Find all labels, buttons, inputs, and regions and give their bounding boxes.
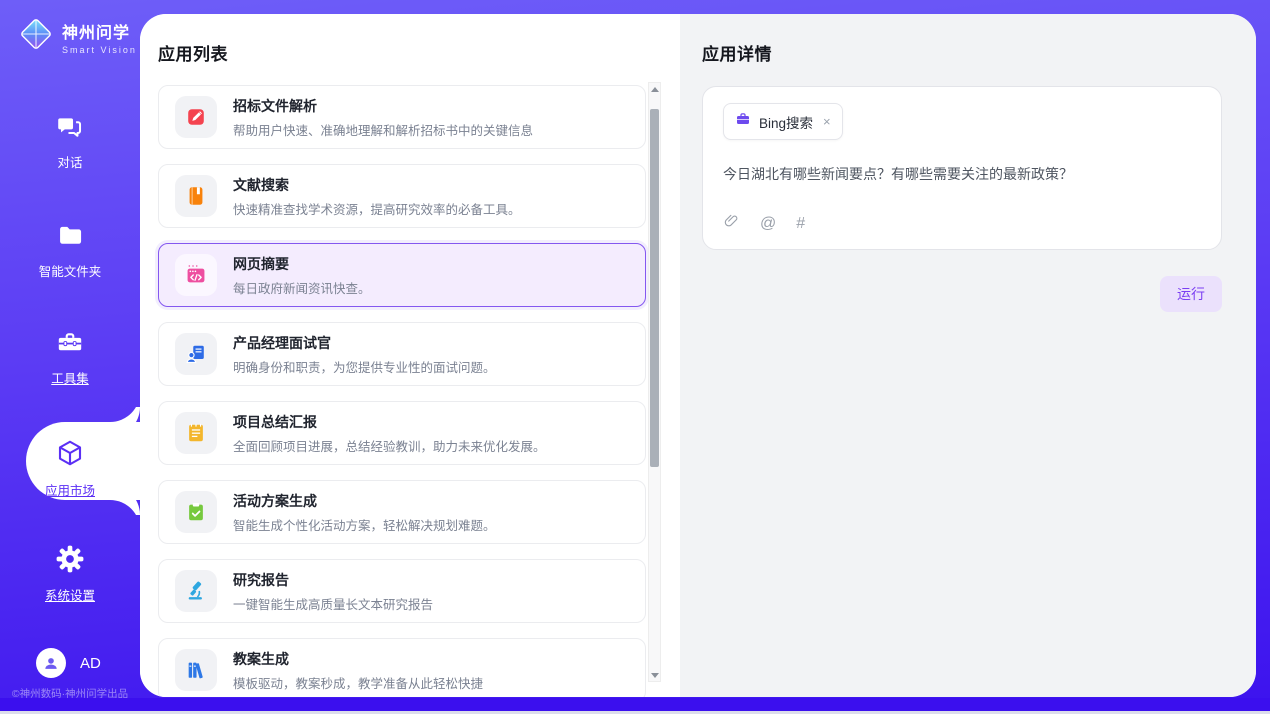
app-description: 一键智能生成高质量长文本研究报告 xyxy=(233,594,433,613)
app-description: 智能生成个性化活动方案，轻松解决规划难题。 xyxy=(233,515,496,534)
logo-subtitle: Smart Vision xyxy=(62,45,137,55)
app-card-list: 招标文件解析 帮助用户快速、准确地理解和解析招标书中的关键信息 xyxy=(158,85,646,697)
gear-icon xyxy=(56,545,84,578)
app-description: 帮助用户快速、准确地理解和解析招标书中的关键信息 xyxy=(233,120,533,139)
logo-title: 神州问学 xyxy=(62,19,137,43)
app-card-bid-analysis[interactable]: 招标文件解析 帮助用户快速、准确地理解和解析招标书中的关键信息 xyxy=(158,85,646,149)
app-name: 教案生成 xyxy=(233,649,483,669)
app-card-pm-interviewer[interactable]: 产品经理面试官 明确身份和职责，为您提供专业性的面试问题。 xyxy=(158,322,646,386)
sidebar-item-smart-folders[interactable]: 智能文件夹 xyxy=(0,221,140,280)
scroll-up-arrow[interactable] xyxy=(649,83,660,95)
notepad-icon xyxy=(175,412,217,454)
app-card-lesson-plan[interactable]: 教案生成 模板驱动，教案秒成，教学准备从此轻松快捷 xyxy=(158,638,646,697)
app-name: 文献搜索 xyxy=(233,175,521,195)
app-detail-title: 应用详情 xyxy=(702,40,1256,65)
app-name: 活动方案生成 xyxy=(233,491,496,511)
logo: 神州问学 Smart Vision xyxy=(18,16,137,57)
app-name: 网页摘要 xyxy=(233,254,371,274)
app-description: 快速精准查找学术资源，提高研究效率的必备工具。 xyxy=(233,199,521,218)
app-description: 全面回顾项目进展，总结经验教训，助力未来优化发展。 xyxy=(233,436,546,455)
sidebar-item-toolset[interactable]: 工具集 xyxy=(0,328,140,387)
app-card-event-plan[interactable]: 活动方案生成 智能生成个性化活动方案，轻松解决规划难题。 xyxy=(158,480,646,544)
run-button[interactable]: 运行 xyxy=(1160,276,1222,312)
sidebar-item-settings[interactable]: 系统设置 xyxy=(0,545,140,604)
prompt-card[interactable]: Bing搜索 × 今日湖北有哪些新闻要点？有哪些需要关注的最新政策？ @ # xyxy=(702,86,1222,250)
sidebar-item-label: 系统设置 xyxy=(45,585,95,604)
clipboard-check-icon xyxy=(175,491,217,533)
microscope-icon xyxy=(175,570,217,612)
app-list-pane: 应用列表 招标文件解析 帮助用户快速、准确地理解和解析招标书中的关键信息 xyxy=(140,14,680,697)
sidebar-item-label: 智能文件夹 xyxy=(39,261,102,280)
paperclip-icon[interactable] xyxy=(723,213,740,235)
query-input[interactable]: 今日湖北有哪些新闻要点？有哪些需要关注的最新政策？ xyxy=(723,164,1201,185)
book-icon xyxy=(175,175,217,217)
app-name: 研究报告 xyxy=(233,570,433,590)
main-panel: 应用列表 招标文件解析 帮助用户快速、准确地理解和解析招标书中的关键信息 xyxy=(140,14,1256,697)
interviewer-icon xyxy=(175,333,217,375)
mention-icon[interactable]: @ xyxy=(760,215,776,233)
doc-edit-icon xyxy=(175,96,217,138)
scroll-down-arrow[interactable] xyxy=(649,669,660,681)
app-name: 产品经理面试官 xyxy=(233,333,496,353)
app-name: 项目总结汇报 xyxy=(233,412,546,432)
app-card-literature-search[interactable]: 文献搜索 快速精准查找学术资源，提高研究效率的必备工具。 xyxy=(158,164,646,228)
browser-code-icon xyxy=(175,254,217,296)
app-list-title: 应用列表 xyxy=(158,40,228,65)
app-description: 每日政府新闻资讯快查。 xyxy=(233,278,371,297)
bottom-bar xyxy=(0,698,1270,711)
chat-icon xyxy=(56,112,84,145)
books-icon xyxy=(175,649,217,691)
app-card-project-summary[interactable]: 项目总结汇报 全面回顾项目进展，总结经验教训，助力未来优化发展。 xyxy=(158,401,646,465)
app-name: 招标文件解析 xyxy=(233,96,533,116)
hash-icon[interactable]: # xyxy=(796,215,805,233)
avatar xyxy=(36,648,66,678)
user-initials: AD xyxy=(80,655,101,672)
app-list-scrollbar[interactable] xyxy=(648,82,661,682)
cube-icon xyxy=(55,438,85,473)
sidebar-item-label: 工具集 xyxy=(51,368,89,387)
briefcase-icon xyxy=(735,111,751,132)
diamond-logo-icon xyxy=(18,16,54,57)
sidebar-item-label: 对话 xyxy=(57,152,82,171)
user-account[interactable]: AD xyxy=(36,648,101,678)
scrollbar-thumb[interactable] xyxy=(650,109,659,467)
sidebar-item-chat[interactable]: 对话 xyxy=(0,112,140,171)
folder-icon xyxy=(56,221,84,254)
tool-tag-bing-search[interactable]: Bing搜索 × xyxy=(723,103,843,140)
sidebar: 神州问学 Smart Vision 对话 智能文件夹 xyxy=(0,0,140,714)
app-card-research-report[interactable]: 研究报告 一键智能生成高质量长文本研究报告 xyxy=(158,559,646,623)
composer-toolbar: @ # xyxy=(723,213,805,235)
app-description: 明确身份和职责，为您提供专业性的面试问题。 xyxy=(233,357,496,376)
app-detail-pane: 应用详情 Bing搜索 × 今日湖北有哪 xyxy=(680,14,1256,697)
app-card-web-summary[interactable]: 网页摘要 每日政府新闻资讯快查。 xyxy=(158,243,646,307)
page: 神州问学 Smart Vision 对话 智能文件夹 xyxy=(0,0,1270,714)
tool-tag-label: Bing搜索 xyxy=(759,112,813,132)
tag-close-icon[interactable]: × xyxy=(823,114,831,129)
sidebar-item-app-market[interactable]: 应用市场 xyxy=(0,438,140,499)
sidebar-item-label: 应用市场 xyxy=(45,480,95,499)
app-description: 模板驱动，教案秒成，教学准备从此轻松快捷 xyxy=(233,673,483,692)
toolbox-icon xyxy=(56,328,84,361)
